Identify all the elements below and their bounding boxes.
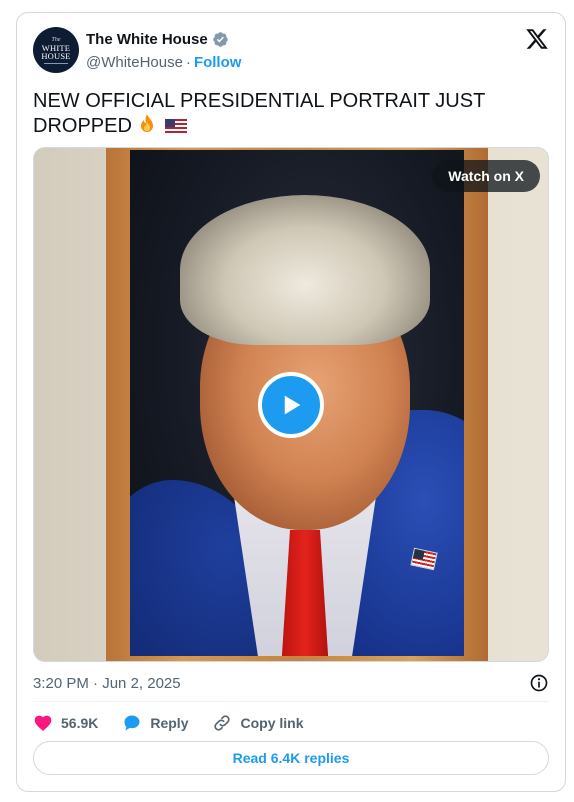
heart-icon [34,715,52,731]
x-logo-icon[interactable] [525,27,549,51]
watch-on-x-label: Watch on X [448,168,524,184]
reply-button[interactable]: Reply [122,713,188,733]
tweet-card: The WHITE HOUSE The White House @WhiteHo… [16,12,566,792]
copy-link-button[interactable]: Copy link [212,713,304,733]
reply-icon [124,715,140,731]
avatar-text-small: The [51,36,61,43]
tweet-text: NEW OFFICIAL PRESIDENTIAL PORTRAIT JUST … [33,89,543,138]
tweet-text-body: NEW OFFICIAL PRESIDENTIAL PORTRAIT JUST … [33,90,485,137]
play-icon [284,395,301,415]
avatar-rule [44,62,68,64]
author-name-row: The White House [86,31,229,48]
read-replies-button[interactable]: Read 6.4K replies [33,741,549,775]
info-icon[interactable] [529,673,549,693]
reply-label: Reply [150,715,189,731]
handle-separator: · [185,54,191,71]
avatar-text-line2: HOUSE [41,51,71,61]
video-player[interactable]: Watch on X [33,147,549,662]
author-name[interactable]: The White House [86,31,208,48]
play-button[interactable] [258,372,324,438]
copy-link-label: Copy link [240,715,304,731]
verified-badge-icon [212,32,228,47]
watch-on-x-button[interactable]: Watch on X [432,160,540,192]
avatar[interactable]: The WHITE HOUSE [33,27,79,73]
link-icon [214,715,231,731]
author-handle-row: @WhiteHouse · Follow [86,54,241,71]
tweet-time: 3:20 PM [33,675,89,692]
fire-emoji [141,114,154,132]
us-flag-emoji [165,119,188,135]
portrait-hair [180,195,430,345]
read-replies-label: Read 6.4K replies [232,750,350,766]
author-handle[interactable]: @WhiteHouse [86,54,183,71]
divider [33,701,549,702]
like-button[interactable]: 56.9K [33,713,98,733]
action-bar: 56.9K Reply Copy link [33,711,328,735]
tweet-timestamp[interactable]: 3:20 PM · Jun 2, 2025 [33,675,181,692]
tweet-date: Jun 2, 2025 [102,675,181,692]
follow-button[interactable]: Follow [194,54,242,71]
timestamp-separator: · [93,675,99,692]
like-count: 56.9K [61,715,99,731]
